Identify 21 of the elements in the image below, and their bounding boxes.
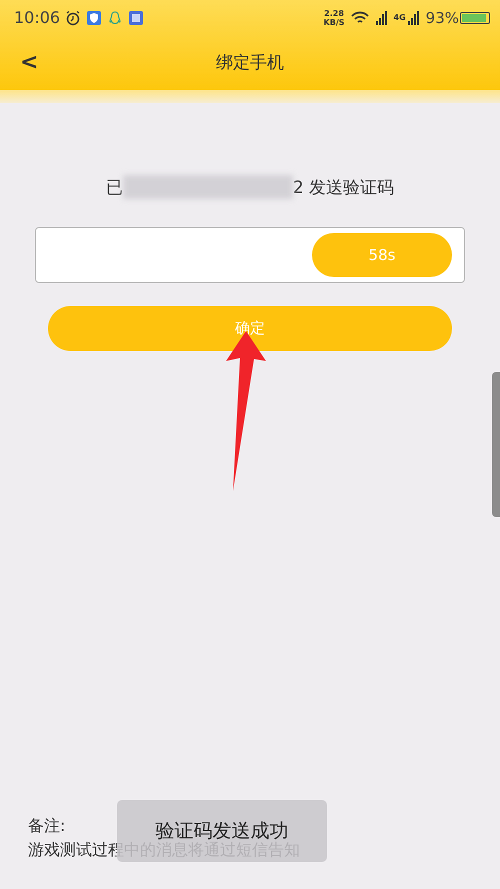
page-title: 绑定手机	[216, 52, 284, 74]
message-text: 已	[106, 176, 123, 198]
penguin-icon	[107, 10, 124, 26]
message-text: 2 发送验证码	[292, 176, 394, 198]
app-icon	[128, 10, 144, 26]
network-type: 4G	[394, 13, 406, 22]
wifi-icon	[350, 10, 370, 26]
alarm-icon	[65, 10, 82, 26]
confirm-button[interactable]: 确定	[48, 306, 452, 351]
shield-icon	[86, 10, 102, 26]
battery-icon	[460, 12, 490, 24]
signal-icon	[374, 10, 389, 26]
status-time: 10:06	[14, 8, 60, 27]
scroll-handle[interactable]	[492, 372, 500, 517]
signal-icon	[406, 10, 421, 26]
back-button[interactable]: <	[20, 50, 38, 75]
battery-percent: 93%	[426, 8, 459, 26]
code-input-field[interactable]: 58s	[35, 227, 465, 283]
countdown-button[interactable]: 58s	[312, 233, 452, 277]
note-label: 备注:	[28, 816, 66, 835]
network-speed: 2.28 KB/S	[324, 8, 345, 26]
